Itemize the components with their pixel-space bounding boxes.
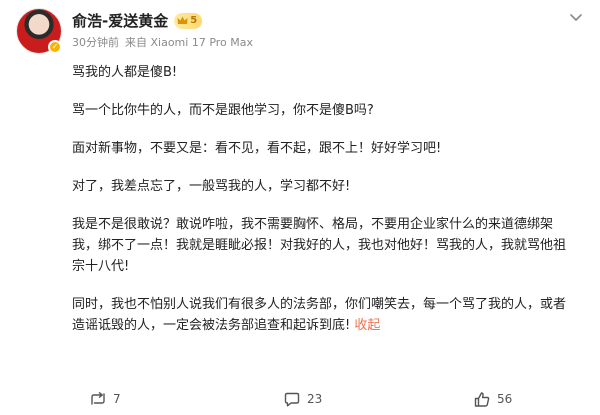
post-paragraph: 骂我的人都是傻B! — [72, 65, 178, 80]
collapse-link[interactable]: 收起 — [354, 318, 380, 333]
like-count: 56 — [497, 392, 513, 406]
comment-icon — [284, 392, 300, 406]
post-paragraph: 对了，我差点忘了，一般骂我的人，学习都不好! — [72, 179, 351, 194]
like-button[interactable]: 56 — [474, 391, 513, 407]
repost-button[interactable]: 7 — [90, 392, 121, 406]
author-name[interactable]: 俞浩-爱送黄金 — [72, 10, 168, 31]
comment-count: 23 — [307, 392, 323, 406]
post-paragraph: 面对新事物，不要又是：看不见，看不起，跟不上！好好学习吧! — [72, 141, 442, 156]
verified-badge-icon: ✓ — [48, 40, 62, 54]
post-paragraph-last: 同时，我也不怕别人说我们有很多人的法务部，你们嘲笑去，每一个骂了我的人，或者造谣… — [72, 294, 578, 336]
repost-icon — [91, 392, 105, 405]
like-icon — [474, 391, 490, 407]
action-bar: 7 23 56 — [0, 386, 600, 412]
vip-crown-icon[interactable]: 5 — [174, 12, 203, 29]
post-header: ✓ 俞浩-爱送黄金 5 30分钟前 来自 Xiaomi 17 Pro Max — [14, 6, 586, 56]
post-source: 来自 Xiaomi 17 Pro Max — [125, 36, 254, 49]
post-time[interactable]: 30分钟前 — [72, 34, 119, 50]
post-paragraph: 同时，我也不怕别人说我们有很多人的法务部，你们嘲笑去，每一个骂了我的人，或者造谣… — [72, 297, 567, 333]
post-paragraph: 我是不是很敢说？敢说咋啦，我不需要胸怀、格局，不要用企业家什么的来道德绑架我，绑… — [72, 217, 567, 274]
author-row: 俞浩-爱送黄金 5 — [72, 10, 203, 31]
more-menu-button[interactable] — [566, 8, 586, 28]
post-body: 骂我的人都是傻B! 骂一个比你牛的人，而不是跟他学习，你不是傻B吗? 面对新事物… — [72, 62, 578, 345]
repost-count: 7 — [113, 392, 121, 406]
crown-icon — [177, 16, 188, 24]
post-meta: 30分钟前 来自 Xiaomi 17 Pro Max — [72, 34, 253, 50]
vip-level: 5 — [190, 15, 198, 26]
post-paragraph: 骂一个比你牛的人，而不是跟他学习，你不是傻B吗? — [72, 103, 374, 118]
chevron-down-icon — [570, 14, 582, 21]
comment-button[interactable]: 23 — [284, 392, 322, 407]
